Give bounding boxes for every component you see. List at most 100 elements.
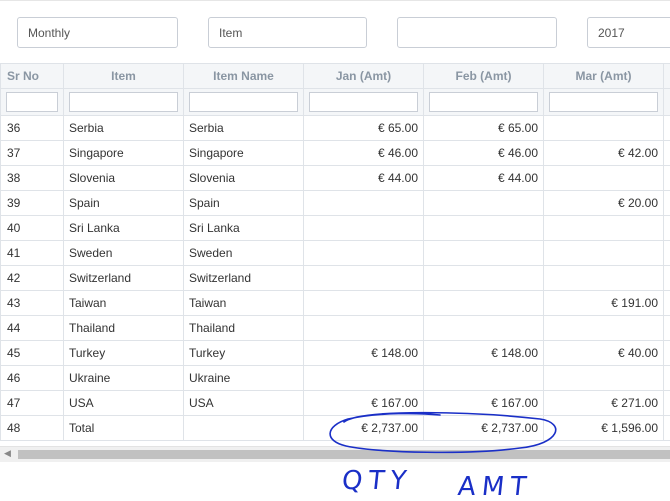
item-cell[interactable]: Taiwan	[63, 290, 184, 316]
table-row[interactable]: 40 Sri Lanka Sri Lanka	[0, 215, 670, 241]
item-cell[interactable]: Thailand	[63, 315, 184, 341]
table-row[interactable]: 41 Sweden Sweden	[0, 240, 670, 266]
table-row[interactable]: 48 Total € 2,737.00 € 2,737.00 € 1,596.00	[0, 415, 670, 441]
column-header-feb[interactable]: Feb (Amt)	[423, 63, 544, 89]
item-name-cell[interactable]: Ukraine	[183, 365, 304, 391]
item-name-cell[interactable]: Sweden	[183, 240, 304, 266]
column-filter-feb[interactable]	[429, 92, 538, 112]
mar-amount-cell[interactable]	[543, 115, 664, 141]
sr-cell[interactable]: 41	[0, 240, 64, 266]
sr-cell[interactable]: 38	[0, 165, 64, 191]
table-row[interactable]: 37 Singapore Singapore € 46.00 € 46.00 € 42.0…	[0, 140, 670, 166]
jan-amount-cell[interactable]	[303, 215, 424, 241]
item-name-cell[interactable]	[183, 415, 304, 441]
column-filter-item-name[interactable]	[189, 92, 298, 112]
item-name-cell[interactable]: Serbia	[183, 115, 304, 141]
mar-amount-cell[interactable]: € 1,596.00	[543, 415, 664, 441]
jan-amount-cell[interactable]	[303, 240, 424, 266]
jan-amount-cell[interactable]: € 65.00	[303, 115, 424, 141]
horizontal-scrollbar[interactable]: ◀	[0, 446, 670, 462]
feb-amount-cell[interactable]	[423, 190, 544, 216]
mar-amount-cell[interactable]: € 40.00	[543, 340, 664, 366]
column-header-sr-no[interactable]: Sr No	[0, 63, 64, 89]
feb-amount-cell[interactable]: € 167.00	[423, 390, 544, 416]
sr-cell[interactable]: 44	[0, 315, 64, 341]
item-cell[interactable]: Turkey	[63, 340, 184, 366]
table-row[interactable]: 42 Switzerland Switzerland	[0, 265, 670, 291]
item-cell[interactable]: Slovenia	[63, 165, 184, 191]
column-header-item[interactable]: Item	[63, 63, 184, 89]
item-cell[interactable]: Spain	[63, 190, 184, 216]
table-row[interactable]: 47 USA USA € 167.00 € 167.00 € 271.00	[0, 390, 670, 416]
mar-amount-cell[interactable]	[543, 265, 664, 291]
feb-amount-cell[interactable]	[423, 290, 544, 316]
mar-amount-cell[interactable]: € 191.00	[543, 290, 664, 316]
sr-cell[interactable]: 48	[0, 415, 64, 441]
sr-cell[interactable]: 40	[0, 215, 64, 241]
jan-amount-cell[interactable]: € 2,737.00	[303, 415, 424, 441]
item-name-cell[interactable]: Thailand	[183, 315, 304, 341]
mar-amount-cell[interactable]	[543, 215, 664, 241]
column-header-item-name[interactable]: Item Name	[183, 63, 304, 89]
mar-amount-cell[interactable]: € 42.00	[543, 140, 664, 166]
feb-amount-cell[interactable]: € 65.00	[423, 115, 544, 141]
column-header-jan[interactable]: Jan (Amt)	[303, 63, 424, 89]
item-cell[interactable]: Total	[63, 415, 184, 441]
item-name-cell[interactable]: Singapore	[183, 140, 304, 166]
feb-amount-cell[interactable]: € 46.00	[423, 140, 544, 166]
table-row[interactable]: 44 Thailand Thailand	[0, 315, 670, 341]
item-name-cell[interactable]: USA	[183, 390, 304, 416]
sr-cell[interactable]: 47	[0, 390, 64, 416]
item-cell[interactable]: Sweden	[63, 240, 184, 266]
item-cell[interactable]: Switzerland	[63, 265, 184, 291]
feb-amount-cell[interactable]	[423, 215, 544, 241]
table-row[interactable]: 45 Turkey Turkey € 148.00 € 148.00 € 40.00	[0, 340, 670, 366]
column-filter-jan[interactable]	[309, 92, 418, 112]
feb-amount-cell[interactable]	[423, 315, 544, 341]
sr-cell[interactable]: 43	[0, 290, 64, 316]
sr-cell[interactable]: 45	[0, 340, 64, 366]
table-row[interactable]: 43 Taiwan Taiwan € 191.00	[0, 290, 670, 316]
mar-amount-cell[interactable]	[543, 240, 664, 266]
feb-amount-cell[interactable]: € 44.00	[423, 165, 544, 191]
jan-amount-cell[interactable]: € 44.00	[303, 165, 424, 191]
column-filter-mar[interactable]	[549, 92, 658, 112]
item-cell[interactable]: Ukraine	[63, 365, 184, 391]
table-row[interactable]: 46 Ukraine Ukraine	[0, 365, 670, 391]
item-name-cell[interactable]: Sri Lanka	[183, 215, 304, 241]
item-name-cell[interactable]: Turkey	[183, 340, 304, 366]
sr-cell[interactable]: 36	[0, 115, 64, 141]
jan-amount-cell[interactable]	[303, 315, 424, 341]
item-name-cell[interactable]: Slovenia	[183, 165, 304, 191]
mar-amount-cell[interactable]	[543, 165, 664, 191]
period-filter-input[interactable]	[17, 17, 178, 48]
mar-amount-cell[interactable]	[543, 315, 664, 341]
sr-cell[interactable]: 42	[0, 265, 64, 291]
jan-amount-cell[interactable]: € 46.00	[303, 140, 424, 166]
scrollbar-thumb[interactable]	[18, 450, 670, 459]
feb-amount-cell[interactable]: € 148.00	[423, 340, 544, 366]
jan-amount-cell[interactable]	[303, 265, 424, 291]
table-row[interactable]: 36 Serbia Serbia € 65.00 € 65.00	[0, 115, 670, 141]
jan-amount-cell[interactable]	[303, 190, 424, 216]
column-header-mar[interactable]: Mar (Amt)	[543, 63, 664, 89]
scroll-left-arrow-icon[interactable]: ◀	[4, 448, 11, 459]
mar-amount-cell[interactable]: € 20.00	[543, 190, 664, 216]
item-name-cell[interactable]: Taiwan	[183, 290, 304, 316]
item-name-cell[interactable]: Switzerland	[183, 265, 304, 291]
jan-amount-cell[interactable]	[303, 365, 424, 391]
feb-amount-cell[interactable]: € 2,737.00	[423, 415, 544, 441]
column-filter-sr-no[interactable]	[6, 92, 58, 112]
item-cell[interactable]: Singapore	[63, 140, 184, 166]
type-filter-input[interactable]	[208, 17, 367, 48]
sr-cell[interactable]: 37	[0, 140, 64, 166]
empty-filter-input[interactable]	[397, 17, 557, 48]
column-filter-item[interactable]	[69, 92, 178, 112]
item-cell[interactable]: Sri Lanka	[63, 215, 184, 241]
feb-amount-cell[interactable]	[423, 365, 544, 391]
item-cell[interactable]: Serbia	[63, 115, 184, 141]
jan-amount-cell[interactable]	[303, 290, 424, 316]
mar-amount-cell[interactable]	[543, 365, 664, 391]
table-row[interactable]: 38 Slovenia Slovenia € 44.00 € 44.00	[0, 165, 670, 191]
item-name-cell[interactable]: Spain	[183, 190, 304, 216]
